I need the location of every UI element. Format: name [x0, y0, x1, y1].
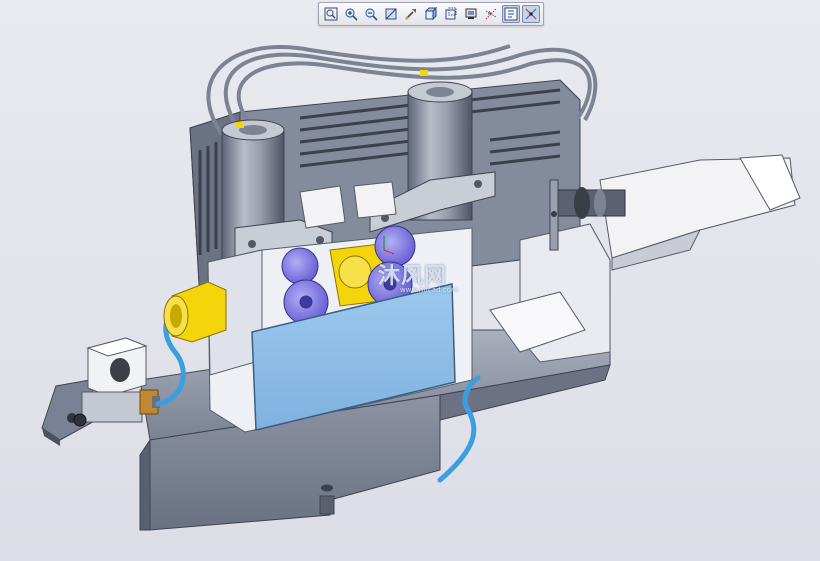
- watermark-url: www.mfcad.com: [400, 286, 458, 294]
- yellow-fitting: [163, 281, 227, 343]
- watermark-logo: 沐风网 www.mfcad.com: [378, 258, 458, 294]
